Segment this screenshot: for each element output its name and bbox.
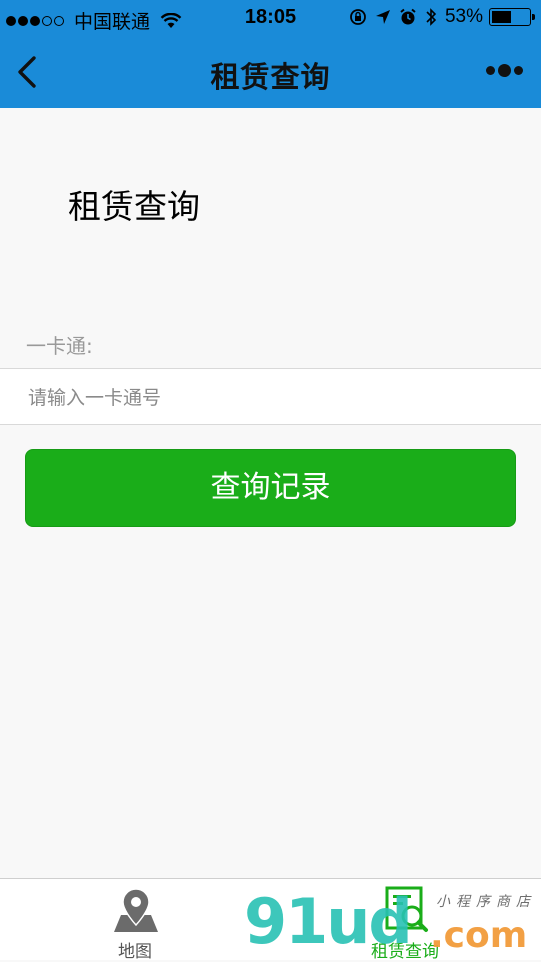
location-arrow-icon: [375, 10, 390, 24]
page-heading: 租赁查询: [68, 187, 200, 226]
tab-rental-query[interactable]: 租赁查询: [345, 879, 465, 962]
query-records-button[interactable]: 查询记录: [25, 449, 516, 527]
status-right: 53%: [349, 6, 535, 28]
status-bar: 中国联通 18:05 53%: [0, 0, 541, 36]
more-options-icon[interactable]: [486, 64, 523, 77]
nav-title: 租赁查询: [210, 60, 331, 94]
bluetooth-icon: [426, 8, 437, 26]
orientation-lock-icon: [350, 9, 366, 25]
tab-bar: 地图 租赁查询: [0, 878, 541, 962]
tab-map-label: 地图: [118, 942, 152, 962]
card-number-input[interactable]: [26, 369, 520, 426]
battery-percent: 53%: [444, 6, 483, 27]
tab-map[interactable]: 地图: [75, 879, 195, 962]
card-number-label: 一卡通:: [26, 334, 93, 358]
card-number-field-container: [0, 368, 541, 426]
navigation-bar: 租赁查询: [0, 36, 541, 108]
battery-icon: [489, 8, 535, 26]
alarm-clock-icon: [400, 8, 416, 25]
search-record-icon: [385, 886, 428, 932]
tab-rental-query-label: 租赁查询: [371, 942, 439, 962]
map-pin-icon: [114, 888, 158, 932]
